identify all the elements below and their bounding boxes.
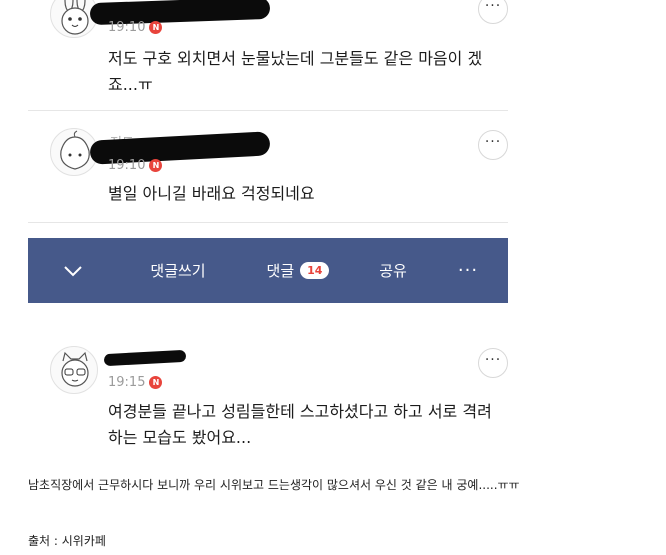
more-dots-icon: ··· [484,0,502,14]
avatar[interactable] [50,346,98,394]
new-badge: N [149,376,163,389]
more-options-button[interactable]: ··· [478,130,508,160]
comment-meta: 19:15 N [108,375,163,390]
comment-text: 별일 아니길 바래요 걱정되네요 [108,184,315,203]
caption-note: 남초직장에서 근무하시다 보니까 우리 시위보고 드는생각이 많으셔서 우신 것… [28,478,520,492]
new-badge: N [149,159,163,172]
collapse-button[interactable] [28,238,118,303]
redacted-name [103,349,187,367]
more-options-button[interactable]: ··· [478,348,508,378]
comments-button[interactable]: 댓글 14 [238,238,358,303]
comment-text: 저도 구호 외치면서 눈물났는데 그분들도 같은 마음이 겠죠...ㅠ [108,49,483,94]
more-dots-icon: ··· [484,352,502,368]
write-comment-button[interactable]: 댓글쓰기 [118,238,238,303]
more-menu-button[interactable]: ··· [428,238,508,303]
comment-time: 19:15 [108,375,146,390]
comment-action-bar: 댓글쓰기 댓글 14 공유 ··· [28,238,508,303]
new-badge: N [149,21,163,34]
comment-item: 19:10 N 저도 구호 외치면서 눈물났는데 그분들도 같은 마음이 겠죠.… [28,0,508,108]
comment-meta: 19:10 N [108,158,163,173]
comments-label: 댓글 [266,262,295,280]
chevron-down-icon [64,265,82,276]
comment-item: 저도 19:10 N 별일 아니길 바래요 걱정되네요 ··· [28,128,508,218]
comment-count-badge: 14 [300,262,330,279]
divider [28,222,508,223]
comment-time: 19:10 [108,158,146,173]
comment-item: 19:15 N 여경분들 끝나고 성림들한테 스고하셨다고 하고 서로 격려하는… [28,346,508,456]
comment-meta: 19:10 N [108,20,163,35]
more-dots-icon: ··· [484,134,502,150]
divider [28,110,508,111]
comment-text: 여경분들 끝나고 성림들한테 스고하셨다고 하고 서로 격려하는 모습도 봤어요… [108,402,492,447]
more-options-button[interactable]: ··· [478,0,508,24]
cat-avatar-icon [61,351,89,387]
caption-source: 출처 : 시위카페 [28,534,106,548]
comment-time: 19:10 [108,20,146,35]
share-button[interactable]: 공유 [358,238,428,303]
